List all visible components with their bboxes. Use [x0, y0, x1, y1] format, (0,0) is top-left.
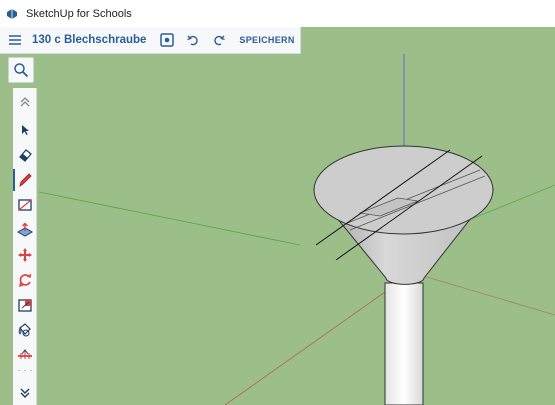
undo-button[interactable]: [185, 32, 201, 48]
scale-tool[interactable]: [16, 296, 34, 314]
rectangle-tool[interactable]: [16, 196, 34, 214]
camera-scenes-icon: [160, 33, 175, 47]
rotate-icon: [19, 273, 32, 288]
modeling-viewport[interactable]: [39, 54, 555, 405]
model-name[interactable]: 130 c Blechschraube: [32, 34, 146, 46]
pencil-line-icon: [19, 173, 32, 187]
paint-bucket-tool[interactable]: [16, 321, 34, 339]
active-tool-indicator: [13, 169, 15, 191]
chevron-down-double-icon: [20, 388, 30, 398]
tape-measure-icon: [18, 349, 32, 359]
undo-icon: [187, 35, 199, 46]
screw-head-top: [313, 145, 494, 235]
select-arrow-icon: [22, 125, 29, 135]
rectangle-icon: [18, 199, 32, 211]
window-title: SketchUp for Schools: [26, 7, 132, 20]
line-tool[interactable]: [16, 171, 34, 189]
move-icon: [18, 248, 32, 262]
search-button[interactable]: [8, 57, 34, 83]
redo-button[interactable]: [211, 32, 227, 48]
search-icon: [14, 63, 29, 78]
eraser-icon: [19, 149, 32, 162]
tool-palette: · · ·: [13, 88, 37, 405]
move-tool[interactable]: [16, 246, 34, 264]
paint-bucket-icon: [18, 323, 31, 337]
push-pull-tool[interactable]: [16, 221, 34, 239]
eraser-tool[interactable]: [16, 146, 34, 164]
model-canvas: [39, 54, 555, 405]
save-button[interactable]: SPEICHERN: [239, 35, 294, 45]
hamburger-menu-icon[interactable]: [8, 33, 22, 47]
screw-shaft: [384, 282, 424, 405]
push-pull-icon: [17, 222, 33, 237]
rotate-tool[interactable]: [16, 271, 34, 289]
scale-icon: [18, 299, 32, 312]
redo-icon: [214, 35, 226, 46]
expand-tools-button[interactable]: [16, 384, 34, 402]
tape-measure-tool[interactable]: [16, 346, 34, 364]
title-bar: SketchUp for Schools: [0, 0, 555, 27]
sketchup-logo-icon: [6, 8, 18, 20]
select-tool[interactable]: [16, 121, 34, 139]
scenes-button[interactable]: [159, 32, 175, 48]
chevron-up-double-icon: [20, 97, 30, 107]
main-toolbar: 130 c Blechschraube SPEICHERN: [0, 27, 301, 54]
collapse-tools-button[interactable]: [16, 93, 34, 111]
more-tools-icon[interactable]: · · ·: [16, 366, 34, 376]
